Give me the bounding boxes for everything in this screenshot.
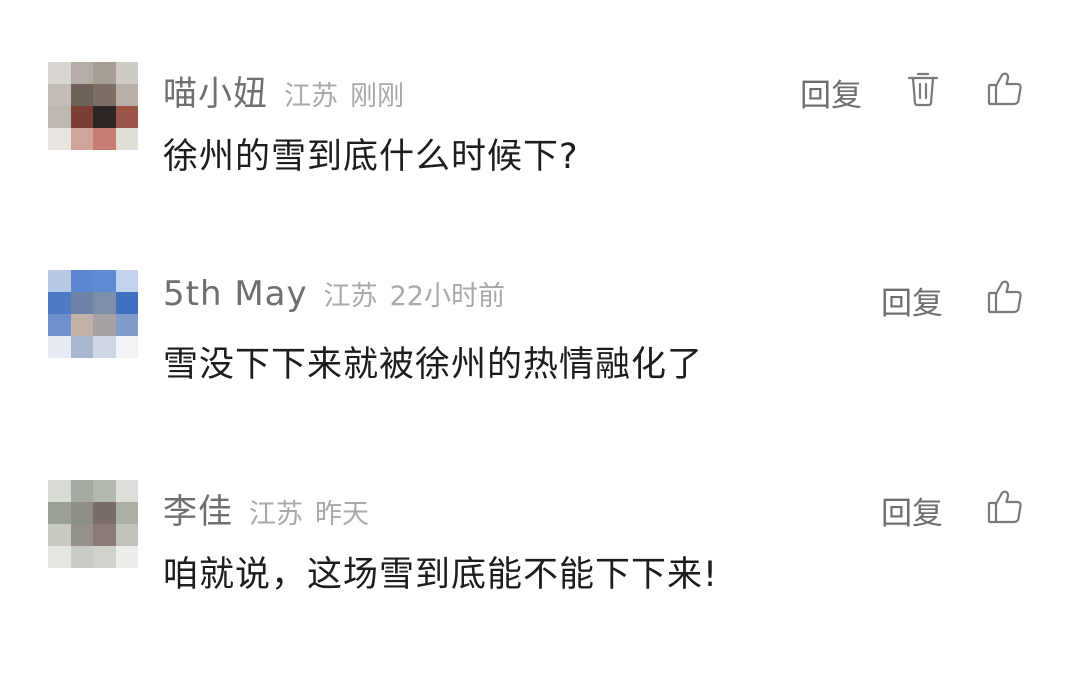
username[interactable]: 李佳 xyxy=(163,484,233,533)
reply-button[interactable]: 回复 xyxy=(881,488,943,533)
comment-meta: 李佳 江苏 昨天 xyxy=(163,484,369,532)
trash-icon[interactable] xyxy=(904,70,942,108)
username[interactable]: 喵小妞 xyxy=(163,66,268,115)
avatar[interactable] xyxy=(48,62,138,150)
comment-list: 喵小妞 江苏 刚刚 徐州的雪到底什么时候下? 回复 5th May 江苏 22小… xyxy=(0,0,1080,675)
comment-meta: 5th May 江苏 22小时前 xyxy=(163,274,505,322)
reply-button[interactable]: 回复 xyxy=(881,278,943,323)
timestamp: 22小时前 xyxy=(389,281,505,312)
thumbs-up-icon[interactable] xyxy=(986,278,1024,316)
comment-text: 雪没下下来就被徐州的热情融化了 xyxy=(163,345,704,385)
location-label: 江苏 xyxy=(323,281,378,312)
comment-meta: 喵小妞 江苏 刚刚 xyxy=(163,66,404,114)
thumbs-up-icon[interactable] xyxy=(986,488,1024,526)
reply-button[interactable]: 回复 xyxy=(800,70,862,115)
comment-item: 李佳 江苏 昨天 咱就说，这场雪到底能不能下下来! 回复 xyxy=(0,480,1080,610)
thumbs-up-icon[interactable] xyxy=(986,70,1024,108)
comment-text: 咱就说，这场雪到底能不能下下来! xyxy=(163,555,719,595)
location-label: 江苏 xyxy=(249,499,303,530)
timestamp: 昨天 xyxy=(315,499,369,530)
comment-item: 喵小妞 江苏 刚刚 徐州的雪到底什么时候下? 回复 xyxy=(0,62,1080,192)
comment-item: 5th May 江苏 22小时前 雪没下下来就被徐州的热情融化了 回复 xyxy=(0,270,1080,400)
timestamp: 刚刚 xyxy=(350,81,404,112)
avatar[interactable] xyxy=(48,270,138,358)
username[interactable]: 5th May xyxy=(163,274,308,314)
avatar[interactable] xyxy=(48,480,138,568)
comment-text: 徐州的雪到底什么时候下? xyxy=(163,137,579,177)
location-label: 江苏 xyxy=(284,81,338,112)
